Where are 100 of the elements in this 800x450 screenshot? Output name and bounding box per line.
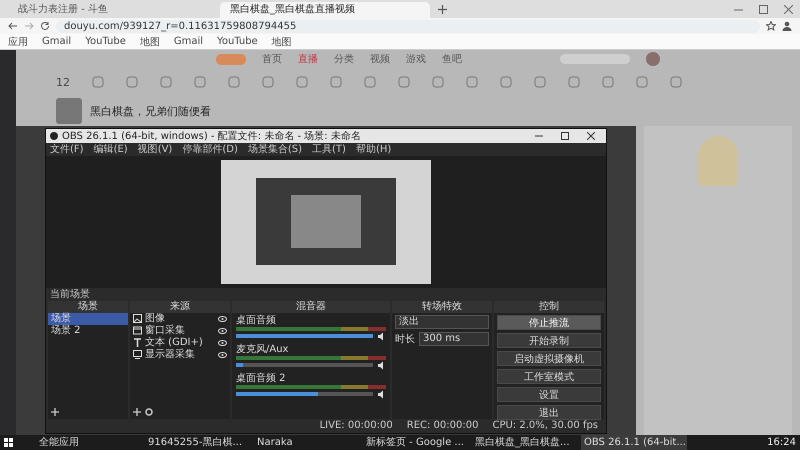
browser-tab[interactable]: 战斗力表注册 - 斗鱼: [8, 2, 218, 18]
bookmark-link[interactable]: 地图: [272, 34, 292, 48]
mascot-drawing: [698, 136, 738, 186]
maximize-icon[interactable]: [561, 132, 569, 140]
avatar-icon[interactable]: [646, 52, 660, 66]
duration-field[interactable]: 300 ms: [419, 332, 489, 346]
toolbar-icon[interactable]: [160, 76, 172, 88]
nav-link[interactable]: 首页: [262, 52, 282, 66]
source-item[interactable]: 图像: [145, 312, 215, 324]
address-field[interactable]: douyu.com/939127_r=0.11631759808794455: [56, 20, 760, 32]
volume-slider[interactable]: [236, 363, 373, 367]
panel-header: 混音器: [232, 300, 390, 312]
toolbar-icon[interactable]: [194, 76, 206, 88]
bookmark-link[interactable]: Gmail: [174, 36, 204, 47]
control-button[interactable]: 启动虚拟摄像机: [497, 350, 601, 366]
panel-header: 来源: [130, 300, 230, 312]
toolbar-icon[interactable]: [330, 76, 342, 88]
menu-item[interactable]: 编辑(E): [94, 142, 128, 156]
nav-link[interactable]: 游戏: [406, 52, 426, 66]
toolbar-icon[interactable]: [534, 76, 546, 88]
eye-icon[interactable]: [218, 316, 227, 322]
taskbar-item[interactable]: OBS 26.1.1 (64-bit...: [581, 434, 687, 450]
close-icon[interactable]: [784, 4, 793, 14]
taskbar-item[interactable]: 91645255-黑白棋...: [145, 434, 251, 450]
toolbar-icon[interactable]: [398, 76, 410, 88]
channel-name: 麦克风/Aux: [236, 344, 290, 354]
window-title: OBS 26.1.1 (64-bit, windows) - 配置文件: 未命名 - 场景: 未命名: [62, 130, 361, 142]
bookmark-link[interactable]: Gmail: [42, 36, 72, 47]
monitor-icon: [133, 350, 142, 359]
source-item[interactable]: 窗口采集: [145, 324, 215, 336]
transition-dropdown[interactable]: 淡出: [395, 314, 489, 328]
scene-label: 当前场景: [50, 288, 90, 300]
profile-icon[interactable]: [782, 21, 792, 31]
nav-link[interactable]: 分类: [334, 52, 354, 66]
image-icon: [133, 314, 142, 323]
bookmark-link[interactable]: 应用: [8, 34, 28, 48]
back-icon[interactable]: [8, 21, 18, 31]
menu-item[interactable]: 场景集合(S): [248, 142, 302, 156]
eye-icon[interactable]: [218, 340, 227, 346]
bookmark-link[interactable]: YouTube: [217, 36, 258, 47]
add-icon[interactable]: [133, 408, 141, 416]
toolbar-icon[interactable]: [364, 76, 376, 88]
menu-item[interactable]: 文件(F): [50, 142, 84, 156]
toolbar-icon[interactable]: [296, 76, 308, 88]
toolbar-icon[interactable]: [432, 76, 444, 88]
taskbar-item[interactable]: 黑白棋盘_黑白棋盘...: [472, 434, 578, 450]
panel-header: 转场特效: [392, 300, 492, 312]
panel-header: 控制: [494, 300, 604, 312]
menu-item[interactable]: 帮助(H): [356, 142, 392, 156]
toolbar-icon[interactable]: [466, 76, 478, 88]
forward-icon[interactable]: [24, 21, 34, 31]
toolbar-icon[interactable]: [92, 76, 104, 88]
toolbar-icon[interactable]: [636, 76, 648, 88]
bookmark-link[interactable]: 地图: [140, 34, 160, 48]
control-button[interactable]: 退出: [497, 404, 601, 420]
star-icon[interactable]: [766, 21, 776, 31]
menu-item[interactable]: 工具(T): [312, 142, 346, 156]
toolbar-icon[interactable]: [500, 76, 512, 88]
room-title: 黑白棋盘，兄弟们随便看: [90, 104, 211, 118]
volume-slider[interactable]: [236, 334, 373, 338]
nav-link[interactable]: 鱼吧: [442, 52, 462, 66]
clock-text: 16:24: [767, 437, 796, 448]
add-icon[interactable]: [51, 408, 59, 416]
toolbar-icon[interactable]: [670, 76, 682, 88]
taskbar-item[interactable]: 全能应用: [36, 434, 142, 450]
site-logo-icon[interactable]: [216, 54, 246, 64]
nav-link[interactable]: 视频: [370, 52, 390, 66]
menu-item[interactable]: 停靠部件(D): [182, 142, 238, 156]
control-button[interactable]: 开始录制: [497, 332, 601, 348]
toolbar-icon[interactable]: [228, 76, 240, 88]
taskbar-item[interactable]: 新标签页 - Google ...: [363, 434, 469, 450]
menu-item[interactable]: 视图(V): [138, 142, 172, 156]
windows-start-icon[interactable]: [4, 438, 13, 447]
toolbar-icon[interactable]: [568, 76, 580, 88]
taskbar-item[interactable]: Naraka: [254, 434, 360, 450]
status-text: LIVE: 00:00:00: [320, 420, 393, 431]
close-icon[interactable]: [587, 132, 595, 140]
toolbar-icon[interactable]: [602, 76, 614, 88]
bookmark-link[interactable]: YouTube: [85, 36, 126, 47]
new-tab-icon[interactable]: [438, 4, 447, 14]
toolbar-icon[interactable]: [126, 76, 138, 88]
source-item[interactable]: 文本 (GDI+): [145, 336, 215, 348]
maximize-icon[interactable]: [759, 4, 768, 14]
control-button[interactable]: 停止推流: [497, 314, 601, 330]
scene-item[interactable]: 场景: [48, 312, 128, 324]
status-text: REC: 00:00:00: [406, 420, 478, 431]
control-button[interactable]: 设置: [497, 386, 601, 402]
scene-item[interactable]: 场景 2: [48, 324, 128, 336]
toolbar-icon[interactable]: [262, 76, 274, 88]
reload-icon[interactable]: [40, 21, 50, 31]
streamer-avatar: [56, 98, 82, 124]
browser-tab[interactable]: 黑白棋盘_黑白棋盘直播视频: [220, 2, 430, 18]
eye-icon[interactable]: [218, 352, 227, 358]
source-item[interactable]: 显示器采集: [145, 348, 215, 360]
eye-icon[interactable]: [218, 328, 227, 334]
window-icon: [133, 326, 142, 335]
level-count: 12: [56, 76, 70, 88]
channel-name: 桌面音频 2: [236, 372, 287, 384]
control-button[interactable]: 工作室模式: [497, 368, 601, 384]
volume-slider[interactable]: [236, 392, 373, 396]
